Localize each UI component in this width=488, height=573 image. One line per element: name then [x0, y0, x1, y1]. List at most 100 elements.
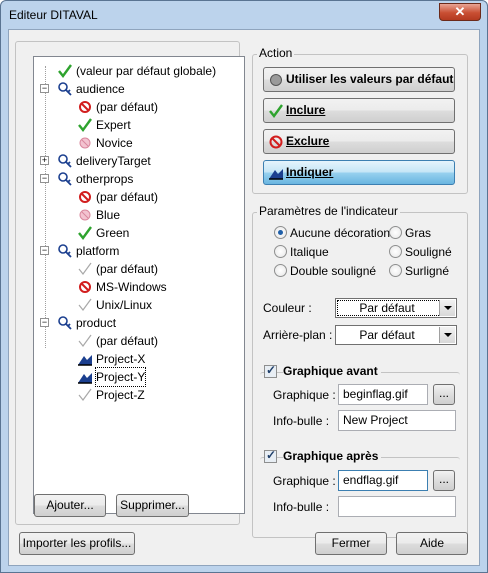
tree-item-label: (par défaut) — [96, 262, 159, 276]
before-graphic-checkbox[interactable] — [264, 363, 277, 378]
attribute-icon — [58, 172, 72, 186]
help-button-label: Aide — [419, 536, 445, 550]
import-profiles-label: Importer les profils... — [22, 536, 132, 550]
after-tooltip-input[interactable] — [338, 496, 456, 517]
before-graphic-label: Graphique : — [273, 388, 336, 402]
add-button-label: Ajouter... — [46, 498, 94, 512]
style-none-label: Aucune décoration — [290, 226, 391, 240]
style-italic-label: Italique — [290, 245, 329, 259]
tree-item[interactable]: Project-Z — [34, 386, 244, 404]
tree-item[interactable]: Project-X — [34, 350, 244, 368]
use-defaults-button[interactable]: Utiliser les valeurs par défaut — [263, 67, 455, 92]
tree-item[interactable]: (par défaut) — [34, 260, 244, 278]
attribute-icon — [58, 316, 72, 330]
before-tooltip-label: Info-bulle : — [273, 414, 330, 428]
tree-item[interactable]: Novice — [34, 134, 244, 152]
import-profiles-button[interactable]: Importer les profils... — [19, 532, 135, 555]
delete-button[interactable]: Supprimer... — [116, 494, 189, 517]
expand-toggle-icon[interactable]: + — [40, 156, 49, 165]
dialog-window: Editeur DITAVAL ✕ (valeur par défaut glo… — [0, 0, 488, 573]
before-tooltip-input[interactable]: New Project — [338, 410, 456, 431]
tree-item-label: Expert — [96, 118, 131, 132]
collapse-toggle-icon[interactable]: − — [40, 84, 49, 93]
check-icon — [78, 226, 92, 240]
indicator-legend: Paramètres de l'indicateur — [257, 204, 401, 218]
background-select[interactable]: Par défaut — [335, 325, 457, 345]
delete-button-label: Supprimer... — [120, 498, 185, 512]
collapse-toggle-icon[interactable]: − — [40, 246, 49, 255]
style-double-underline-radio[interactable] — [274, 264, 287, 277]
before-graphic-input[interactable]: beginflag.gif — [338, 384, 428, 405]
chevron-down-icon[interactable] — [439, 327, 455, 343]
tree-item[interactable]: − platform — [34, 242, 244, 260]
after-graphic-input[interactable]: endflag.gif — [338, 470, 428, 491]
color-select[interactable]: Par défaut — [335, 298, 457, 318]
tree-item-label: deliveryTarget — [76, 154, 151, 168]
style-double-underline-label: Double souligné — [290, 264, 377, 278]
title-bar[interactable]: Editeur DITAVAL ✕ — [1, 1, 487, 29]
add-button[interactable]: Ajouter... — [34, 494, 106, 517]
tree-item[interactable]: − otherprops — [34, 170, 244, 188]
tree-item[interactable]: Unix/Linux — [34, 296, 244, 314]
window-title: Editeur DITAVAL — [9, 8, 98, 22]
after-graphic-checkbox[interactable] — [264, 448, 277, 463]
after-browse-button[interactable]: ... — [433, 470, 455, 491]
attribute-icon — [58, 82, 72, 96]
include-button[interactable]: Inclure — [263, 98, 455, 123]
before-graphic-title: Graphique avant — [283, 364, 381, 378]
style-underline-label: Souligné — [405, 245, 452, 259]
ditaval-tree[interactable]: (valeur par défaut globale) − audience (par… — [33, 56, 245, 514]
check-icon — [269, 104, 283, 118]
collapse-toggle-icon[interactable]: − — [40, 174, 49, 183]
tree-item-label: platform — [76, 244, 120, 258]
before-browse-button[interactable]: ... — [433, 384, 455, 405]
include-label: Inclure — [286, 103, 326, 117]
tree-item[interactable]: Blue — [34, 206, 244, 224]
style-bold-label: Gras — [405, 226, 432, 240]
tree-item-label: otherprops — [76, 172, 134, 186]
tree-item[interactable]: (par défaut) — [34, 188, 244, 206]
exclude-label: Exclure — [286, 134, 330, 148]
tree-item[interactable]: Green — [34, 224, 244, 242]
tree-item-label: MS-Windows — [96, 280, 167, 294]
close-window-button[interactable]: ✕ — [439, 3, 481, 21]
close-button[interactable]: Fermer — [315, 532, 387, 555]
style-none-radio[interactable] — [274, 226, 287, 239]
help-button[interactable]: Aide — [396, 532, 468, 555]
tree-item[interactable]: MS-Windows — [34, 278, 244, 296]
default-dot-icon — [270, 74, 282, 86]
tree-item-label: Project-Y — [94, 367, 147, 387]
tree-item[interactable]: (par défaut) — [34, 98, 244, 116]
chevron-down-icon[interactable] — [439, 300, 455, 316]
exclude-faded-icon — [79, 137, 91, 149]
tree-item-label: (par défaut) — [96, 190, 159, 204]
exclude-button[interactable]: Exclure — [263, 129, 455, 154]
tree-item-label: Green — [96, 226, 130, 240]
exclude-icon — [269, 135, 283, 149]
style-overline-label: Surligné — [405, 264, 450, 278]
tree-item[interactable]: Project-Y — [34, 367, 244, 387]
tree-item[interactable]: + deliveryTarget — [34, 152, 244, 170]
tree-item[interactable]: − audience — [34, 80, 244, 98]
tree-item[interactable]: (par défaut) — [34, 332, 244, 350]
exclude-icon — [79, 101, 91, 113]
tree-item[interactable]: Expert — [34, 116, 244, 134]
flag-icon — [269, 169, 283, 180]
flag-button[interactable]: Indiquer — [263, 160, 455, 185]
style-overline-radio[interactable] — [389, 264, 402, 277]
style-underline-radio[interactable] — [389, 245, 402, 258]
collapse-toggle-icon[interactable]: − — [40, 318, 49, 327]
check-faded-icon — [78, 334, 92, 347]
tree-item-label: Novice — [96, 136, 133, 150]
color-select-value: Par défaut — [359, 301, 415, 315]
tree-item[interactable]: − product — [34, 314, 244, 332]
check-icon — [58, 64, 72, 78]
style-italic-radio[interactable] — [274, 245, 287, 258]
exclude-faded-icon — [79, 209, 91, 221]
check-faded-icon — [78, 298, 92, 311]
exclude-icon — [79, 191, 91, 203]
style-bold-radio[interactable] — [389, 226, 402, 239]
tree-item[interactable]: (valeur par défaut globale) — [34, 62, 244, 80]
action-legend: Action — [257, 46, 295, 60]
tree-item-label: (valeur par défaut globale) — [76, 64, 217, 78]
